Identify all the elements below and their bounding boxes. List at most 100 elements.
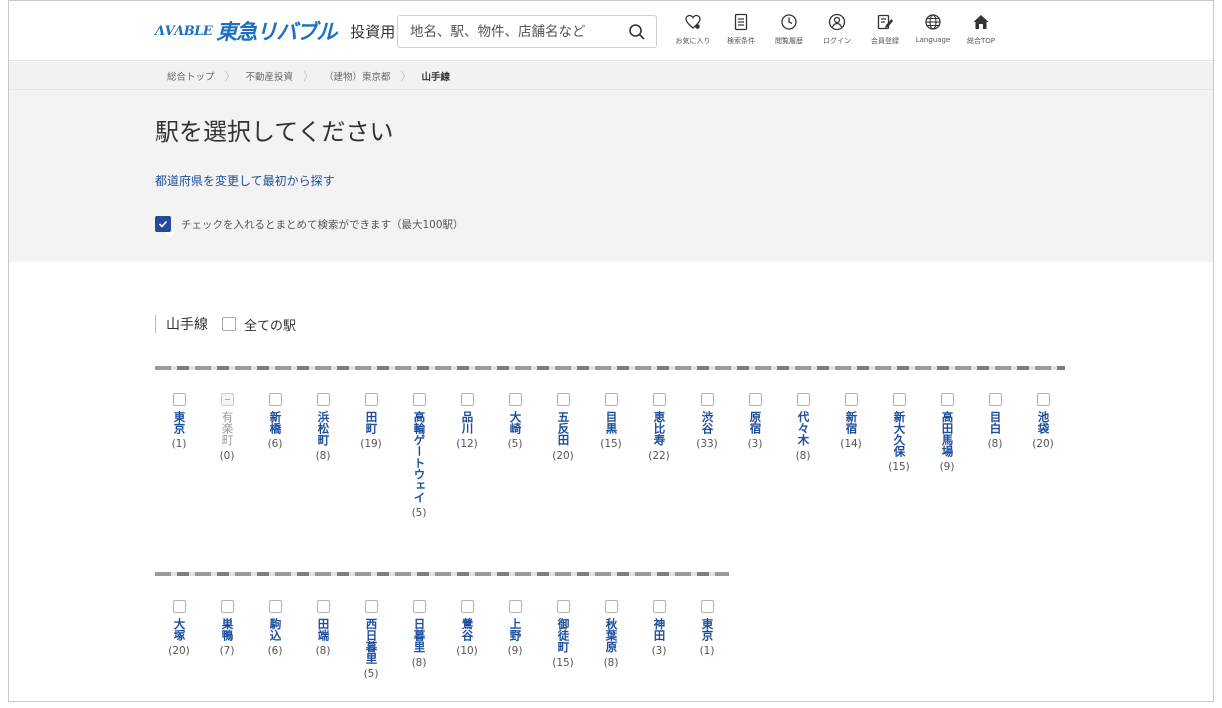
station-checkbox[interactable] — [268, 600, 282, 613]
station-name[interactable]: 原宿 — [749, 411, 763, 434]
station-checkbox[interactable] — [556, 600, 570, 613]
station-item[interactable]: 高田馬場 (9) — [923, 393, 971, 519]
station-item[interactable]: 田端 (8) — [299, 600, 347, 680]
station-checkbox[interactable] — [556, 393, 570, 406]
station-name[interactable]: 池袋 — [1037, 411, 1051, 434]
station-checkbox[interactable] — [988, 393, 1002, 406]
station-checkbox[interactable] — [316, 393, 330, 406]
station-name[interactable]: 五反田 — [557, 411, 571, 446]
station-item[interactable]: 新宿 (14) — [827, 393, 875, 519]
station-item[interactable]: 大崎 (5) — [491, 393, 539, 519]
all-stations-checkbox[interactable] — [222, 317, 236, 331]
station-checkbox[interactable] — [748, 393, 762, 406]
breadcrumb-item[interactable]: （建物）東京都 — [324, 69, 391, 83]
breadcrumb-item[interactable]: 不動産投資 — [246, 69, 294, 83]
station-item[interactable]: 大塚 (20) — [155, 600, 203, 680]
station-name[interactable]: 神田 — [653, 618, 667, 641]
station-checkbox[interactable] — [508, 600, 522, 613]
station-name[interactable]: 田町 — [365, 411, 379, 434]
station-checkbox[interactable] — [316, 600, 330, 613]
station-item[interactable]: 秋葉原 (8) — [587, 600, 635, 680]
station-checkbox[interactable] — [652, 600, 666, 613]
station-name[interactable]: 大塚 — [173, 618, 187, 641]
station-item[interactable]: 東京 (1) — [683, 600, 731, 680]
station-item[interactable]: 品川 (12) — [443, 393, 491, 519]
station-checkbox[interactable] — [460, 393, 474, 406]
station-name[interactable]: 渋谷 — [701, 411, 715, 434]
station-name[interactable]: 浜松町 — [317, 411, 331, 446]
station-name[interactable]: 巣鴨 — [221, 618, 235, 641]
station-item[interactable]: 神田 (3) — [635, 600, 683, 680]
station-item[interactable]: 東京 (1) — [155, 393, 203, 519]
station-checkbox[interactable] — [268, 393, 282, 406]
station-name[interactable]: 目黒 — [605, 411, 619, 434]
all-stations-label[interactable]: 全ての駅 — [244, 315, 296, 334]
station-name[interactable]: 鶯谷 — [461, 618, 475, 641]
station-checkbox[interactable] — [172, 393, 186, 406]
site-logo[interactable]: ΛVΛBLE 東急リバブル 投資用 — [155, 17, 395, 45]
station-item[interactable]: 上野 (9) — [491, 600, 539, 680]
station-checkbox[interactable] — [604, 393, 618, 406]
nav-favorites[interactable]: お気に入り — [669, 11, 717, 51]
search-input[interactable] — [398, 23, 618, 40]
station-name[interactable]: 新大久保 — [893, 411, 907, 457]
station-name[interactable]: 東京 — [173, 411, 187, 434]
station-checkbox[interactable] — [796, 393, 810, 406]
station-checkbox[interactable] — [220, 600, 234, 613]
search-icon[interactable] — [628, 23, 646, 41]
station-checkbox[interactable] — [892, 393, 906, 406]
station-name[interactable]: 新橋 — [269, 411, 283, 434]
station-name[interactable]: 上野 — [509, 618, 523, 641]
station-checkbox[interactable] — [700, 600, 714, 613]
station-name[interactable]: 大崎 — [509, 411, 523, 434]
station-item[interactable]: 渋谷 (33) — [683, 393, 731, 519]
station-item[interactable]: 高輪ゲートウェイ (5) — [395, 393, 443, 519]
station-name[interactable]: 田端 — [317, 618, 331, 641]
station-item[interactable]: 巣鴨 (7) — [203, 600, 251, 680]
station-checkbox[interactable] — [604, 600, 618, 613]
station-name[interactable]: 品川 — [461, 411, 475, 434]
station-item[interactable]: 原宿 (3) — [731, 393, 779, 519]
nav-saved-search[interactable]: 検索条件 — [717, 11, 765, 51]
station-name[interactable]: 目白 — [989, 411, 1003, 434]
station-item[interactable]: 代々木 (8) — [779, 393, 827, 519]
station-name[interactable]: 代々木 — [797, 411, 811, 446]
station-item[interactable]: 日暮里 (8) — [395, 600, 443, 680]
nav-language[interactable]: Language — [909, 11, 957, 51]
breadcrumb-item[interactable]: 総合トップ — [167, 69, 215, 83]
station-name[interactable]: 西日暮里 — [365, 618, 379, 664]
station-checkbox[interactable] — [1036, 393, 1050, 406]
change-prefecture-link[interactable]: 都道府県を変更して最初から探す — [155, 172, 335, 189]
nav-register[interactable]: 会員登録 — [861, 11, 909, 51]
station-item[interactable]: 目黒 (15) — [587, 393, 635, 519]
station-checkbox[interactable] — [508, 393, 522, 406]
station-item[interactable]: 五反田 (20) — [539, 393, 587, 519]
station-checkbox[interactable] — [940, 393, 954, 406]
station-name[interactable]: 秋葉原 — [605, 618, 619, 653]
station-item[interactable]: 池袋 (20) — [1019, 393, 1067, 519]
station-item[interactable]: 西日暮里 (5) — [347, 600, 395, 680]
station-name[interactable]: 高田馬場 — [941, 411, 955, 457]
station-item[interactable]: 浜松町 (8) — [299, 393, 347, 519]
station-item[interactable]: 恵比寿 (22) — [635, 393, 683, 519]
nav-login[interactable]: ログイン — [813, 11, 861, 51]
station-checkbox[interactable] — [460, 600, 474, 613]
station-item[interactable]: 目白 (8) — [971, 393, 1019, 519]
station-name[interactable]: 東京 — [701, 618, 715, 641]
station-item[interactable]: 新橋 (6) — [251, 393, 299, 519]
station-checkbox[interactable] — [844, 393, 858, 406]
station-name[interactable]: 日暮里 — [413, 618, 427, 653]
nav-history[interactable]: 閲覧履歴 — [765, 11, 813, 51]
station-checkbox[interactable] — [652, 393, 666, 406]
station-item[interactable]: 駒込 (6) — [251, 600, 299, 680]
station-name[interactable]: 高輪ゲートウェイ — [413, 411, 427, 503]
station-item[interactable]: 田町 (19) — [347, 393, 395, 519]
station-checkbox[interactable] — [364, 600, 378, 613]
station-checkbox[interactable] — [172, 600, 186, 613]
station-checkbox[interactable] — [412, 393, 426, 406]
station-name[interactable]: 恵比寿 — [653, 411, 667, 446]
station-checkbox[interactable] — [412, 600, 426, 613]
station-checkbox[interactable] — [364, 393, 378, 406]
station-name[interactable]: 新宿 — [845, 411, 859, 434]
station-name[interactable]: 御徒町 — [557, 618, 571, 653]
